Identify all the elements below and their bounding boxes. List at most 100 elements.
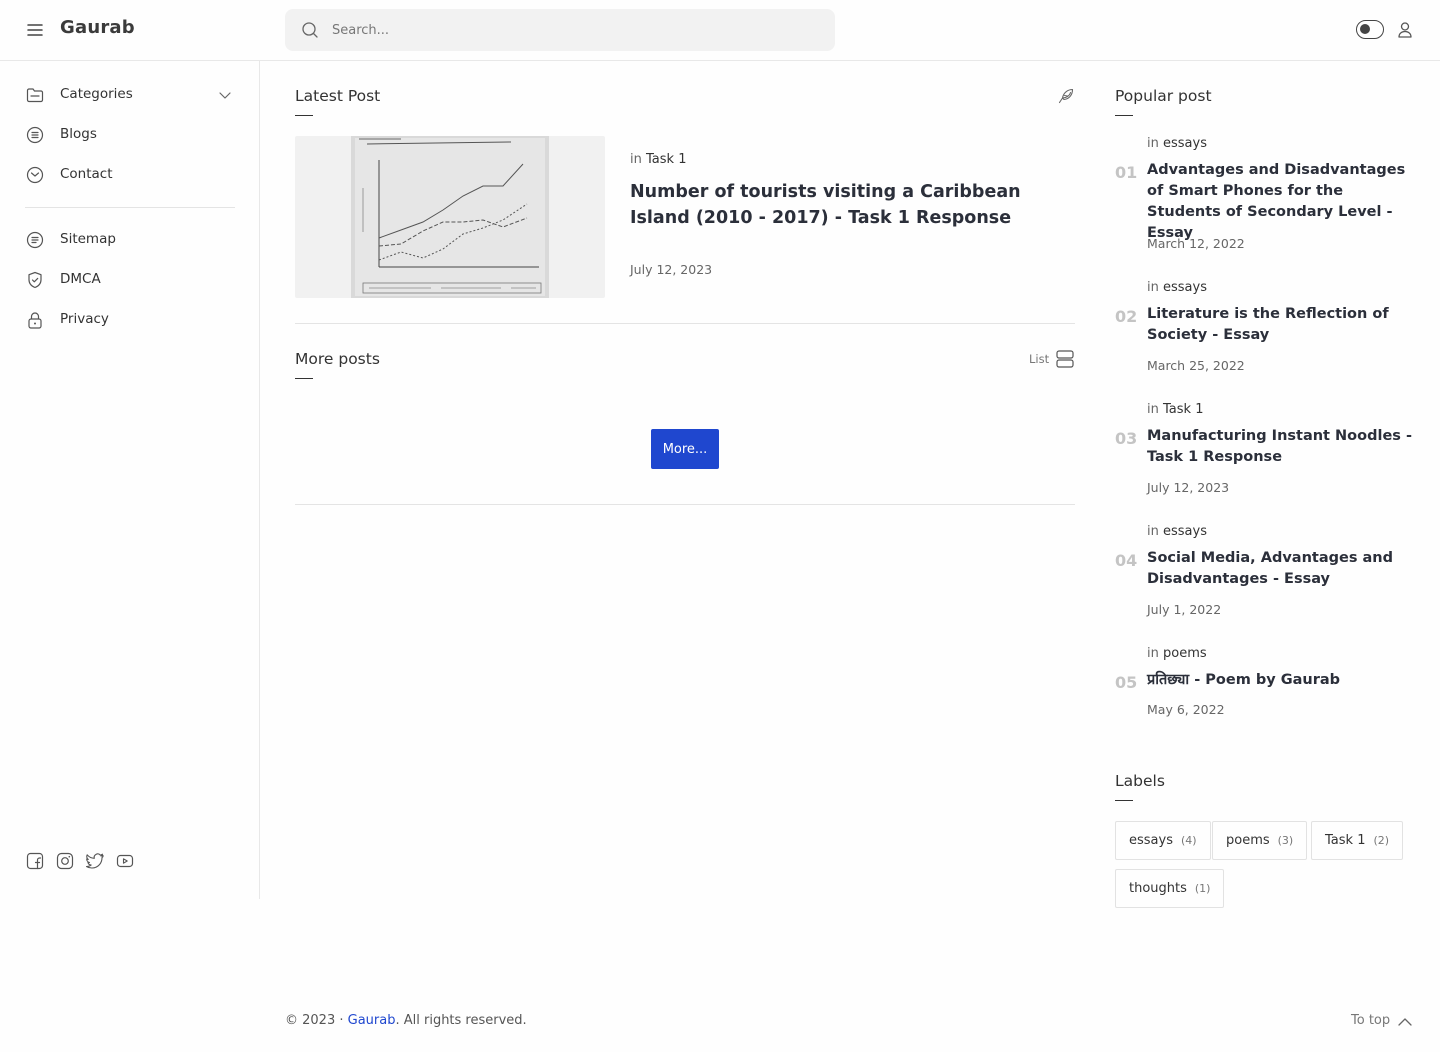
lock-icon bbox=[25, 310, 45, 330]
tag-count: (3) bbox=[1277, 834, 1294, 847]
feather-icon bbox=[1056, 86, 1076, 106]
sidebar-item-label: Contact bbox=[60, 166, 113, 182]
popular-post-heading: Popular post bbox=[1115, 87, 1212, 116]
category-link[interactable]: essays bbox=[1163, 136, 1207, 151]
label-tag[interactable]: poems (3) bbox=[1212, 821, 1308, 860]
in-label: in bbox=[1147, 646, 1159, 661]
post-date: May 6, 2022 bbox=[1147, 702, 1225, 717]
post-rank: 04 bbox=[1115, 551, 1138, 570]
shield-icon bbox=[25, 270, 45, 290]
sidebar-item-label: DMCA bbox=[60, 271, 101, 287]
tag-count: (1) bbox=[1194, 882, 1211, 895]
section-divider bbox=[295, 323, 1075, 324]
sidebar-item-label: Sitemap bbox=[60, 231, 116, 247]
footer-copyright: © 2023 · Gaurab. All rights reserved. bbox=[285, 1013, 527, 1028]
search-input[interactable] bbox=[332, 19, 812, 41]
chevron-down-icon[interactable] bbox=[217, 87, 233, 103]
category-link[interactable]: essays bbox=[1163, 280, 1207, 295]
top-header: Gaurab bbox=[0, 0, 1440, 61]
rights-text: . All rights reserved. bbox=[395, 1013, 527, 1028]
footer-site-link[interactable]: Gaurab bbox=[348, 1013, 396, 1028]
latest-post-heading: Latest Post bbox=[295, 87, 381, 116]
post-date: July 12, 2023 bbox=[630, 262, 713, 277]
more-posts-button[interactable]: More... bbox=[651, 429, 719, 469]
sidebar-item-label: Blogs bbox=[60, 126, 97, 142]
label-tag[interactable]: thoughts (1) bbox=[1115, 869, 1225, 908]
post-category: in Task 1 bbox=[1147, 402, 1203, 417]
facebook-icon[interactable] bbox=[25, 851, 45, 871]
post-title[interactable]: Literature is the Reflection of Society … bbox=[1147, 304, 1419, 346]
post-date: July 1, 2022 bbox=[1147, 602, 1222, 617]
category-link[interactable]: Task 1 bbox=[646, 152, 686, 167]
to-top-link[interactable]: To top bbox=[1351, 1013, 1390, 1028]
post-category: in essays bbox=[1147, 524, 1207, 539]
post-date: March 12, 2022 bbox=[1147, 236, 1245, 251]
post-title[interactable]: Advantages and Disadvantages of Smart Ph… bbox=[1147, 160, 1419, 244]
view-mode-label[interactable]: List bbox=[1029, 352, 1049, 366]
sidebar-item-contact[interactable]: Contact bbox=[25, 163, 235, 187]
label-tag[interactable]: essays (4) bbox=[1115, 821, 1211, 860]
post-title[interactable]: Social Media, Advantages and Disadvantag… bbox=[1147, 548, 1419, 590]
sidebar-item-dmca[interactable]: DMCA bbox=[25, 268, 235, 292]
sidebar-item-label: Categories bbox=[60, 86, 133, 102]
sitemap-icon bbox=[25, 230, 45, 250]
post-title[interactable]: Number of tourists visiting a Caribbean … bbox=[630, 179, 1070, 231]
sidebar-item-label: Privacy bbox=[60, 311, 109, 327]
post-rank: 02 bbox=[1115, 307, 1138, 326]
sidebar-item-sitemap[interactable]: Sitemap bbox=[25, 228, 235, 252]
popular-post-item[interactable]: in essays 04 Social Media, Advantages an… bbox=[1115, 524, 1425, 624]
user-icon[interactable] bbox=[1395, 20, 1415, 40]
menu-icon[interactable] bbox=[25, 20, 45, 40]
tag-count: (2) bbox=[1373, 834, 1390, 847]
in-label: in bbox=[1147, 524, 1159, 539]
tag-name: Task 1 bbox=[1325, 833, 1366, 848]
tag-name: thoughts bbox=[1129, 881, 1187, 896]
tag-count: (4) bbox=[1180, 834, 1197, 847]
post-category: in essays bbox=[1147, 280, 1207, 295]
category-link[interactable]: Task 1 bbox=[1163, 402, 1203, 417]
in-label: in bbox=[1147, 280, 1159, 295]
labels-heading: Labels bbox=[1115, 772, 1165, 801]
youtube-icon[interactable] bbox=[115, 851, 135, 871]
in-label: in bbox=[630, 152, 642, 167]
chevron-up-icon[interactable] bbox=[1396, 1013, 1414, 1031]
chart-photo-image bbox=[351, 136, 549, 298]
list-view-icon[interactable] bbox=[1055, 349, 1075, 369]
popular-post-item[interactable]: in essays 02 Literature is the Reflectio… bbox=[1115, 280, 1425, 380]
popular-post-item[interactable]: in Task 1 03 Manufacturing Instant Noodl… bbox=[1115, 402, 1425, 502]
category-link[interactable]: essays bbox=[1163, 524, 1207, 539]
label-tag[interactable]: Task 1 (2) bbox=[1311, 821, 1404, 860]
post-thumbnail[interactable] bbox=[295, 136, 605, 298]
mail-icon bbox=[25, 165, 45, 185]
instagram-icon[interactable] bbox=[55, 851, 75, 871]
post-rank: 03 bbox=[1115, 429, 1138, 448]
post-rank: 05 bbox=[1115, 673, 1138, 692]
post-date: July 12, 2023 bbox=[1147, 480, 1230, 495]
search-icon[interactable] bbox=[300, 20, 320, 40]
dark-mode-toggle[interactable] bbox=[1356, 20, 1384, 39]
copyright-text: © 2023 · bbox=[285, 1013, 344, 1028]
category-link[interactable]: poems bbox=[1163, 646, 1207, 661]
post-category: in Task 1 bbox=[630, 152, 686, 167]
sidebar: Categories Blogs Contact Sitemap DMCA Pr… bbox=[0, 61, 260, 899]
sidebar-item-blogs[interactable]: Blogs bbox=[25, 123, 235, 147]
post-category: in essays bbox=[1147, 136, 1207, 151]
more-posts-heading: More posts bbox=[295, 350, 380, 379]
post-title[interactable]: प्रतिछ्या - Poem by Gaurab bbox=[1147, 670, 1419, 691]
list-icon bbox=[25, 125, 45, 145]
twitter-icon[interactable] bbox=[85, 851, 105, 871]
sidebar-item-categories[interactable]: Categories bbox=[25, 83, 235, 107]
section-divider bbox=[295, 504, 1075, 505]
post-rank: 01 bbox=[1115, 163, 1138, 182]
popular-post-item[interactable]: in essays 01 Advantages and Disadvantage… bbox=[1115, 136, 1425, 256]
post-category: in poems bbox=[1147, 646, 1207, 661]
popular-post-item[interactable]: in poems 05 प्रतिछ्या - Poem by Gaurab M… bbox=[1115, 646, 1425, 726]
tag-name: poems bbox=[1226, 833, 1270, 848]
sidebar-divider bbox=[25, 207, 235, 208]
site-brand[interactable]: Gaurab bbox=[60, 17, 135, 38]
tag-name: essays bbox=[1129, 833, 1173, 848]
sidebar-item-privacy[interactable]: Privacy bbox=[25, 308, 235, 332]
post-date: March 25, 2022 bbox=[1147, 358, 1245, 373]
in-label: in bbox=[1147, 136, 1159, 151]
post-title[interactable]: Manufacturing Instant Noodles - Task 1 R… bbox=[1147, 426, 1419, 468]
